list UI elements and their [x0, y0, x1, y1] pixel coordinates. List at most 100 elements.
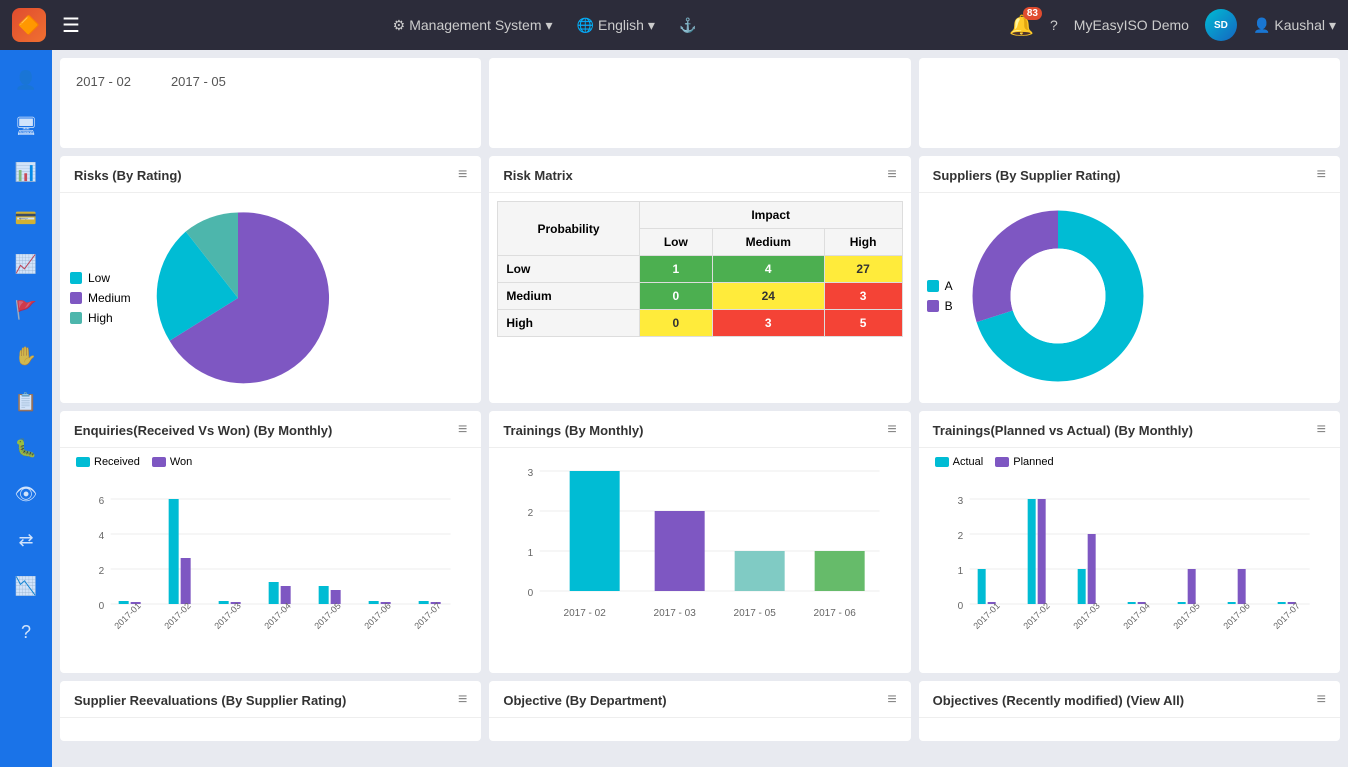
- trainings-planned-legend-row: Actual Planned: [919, 448, 1340, 476]
- supplier-reeval-title: Supplier Reevaluations (By Supplier Rati…: [74, 693, 346, 708]
- legend-item-medium: Medium: [70, 291, 131, 305]
- menu-toggle-icon[interactable]: ☰: [62, 13, 80, 38]
- management-system-menu[interactable]: ⚙ Management System ▾: [393, 17, 553, 34]
- objectives-recent-header: Objectives (Recently modified) (View All…: [919, 681, 1340, 718]
- user-avatar: SD: [1205, 9, 1237, 41]
- risks-card: Risks (By Rating) ≡ Low Medium High: [60, 156, 481, 403]
- legend-item-a: A: [927, 279, 953, 293]
- risk-matrix-menu-icon[interactable]: ≡: [887, 166, 896, 184]
- risks-pie-container: Low Medium High: [60, 193, 481, 403]
- trainings-header: Trainings (By Monthly) ≡: [489, 411, 910, 448]
- suppliers-legend: A B: [927, 279, 953, 313]
- svg-text:2017-07: 2017-07: [1271, 601, 1301, 631]
- risk-matrix-value-cell: 0: [639, 310, 712, 337]
- suppliers-header: Suppliers (By Supplier Rating) ≡: [919, 156, 1340, 193]
- col-low: Low: [639, 229, 712, 256]
- suppliers-menu-icon[interactable]: ≡: [1317, 166, 1326, 184]
- link-icon-button[interactable]: ⚓: [679, 17, 696, 34]
- objective-dept-header: Objective (By Department) ≡: [489, 681, 910, 718]
- sidebar-item-bar[interactable]: 📈: [6, 244, 46, 284]
- supplier-reeval-menu-icon[interactable]: ≡: [458, 691, 467, 709]
- probability-header: Probability: [498, 202, 639, 256]
- sidebar-item-list[interactable]: 📋: [6, 382, 46, 422]
- legend-actual: Actual: [935, 456, 984, 468]
- svg-text:2017-03: 2017-03: [212, 601, 242, 631]
- help-button[interactable]: ?: [1050, 17, 1058, 33]
- risk-matrix-prob-cell: High: [498, 310, 639, 337]
- svg-text:2: 2: [99, 566, 105, 577]
- risk-matrix-value-cell: 5: [824, 310, 902, 337]
- suppliers-card: Suppliers (By Supplier Rating) ≡ A B: [919, 156, 1340, 403]
- legend-item-high: High: [70, 311, 131, 325]
- risk-matrix-value-cell: 1: [639, 256, 712, 283]
- svg-text:0: 0: [99, 601, 105, 612]
- trainings-menu-icon[interactable]: ≡: [887, 421, 896, 439]
- sidebar-item-trend[interactable]: 📉: [6, 566, 46, 606]
- sidebar-item-bug[interactable]: 🐛: [6, 428, 46, 468]
- risks-card-menu-icon[interactable]: ≡: [458, 166, 467, 184]
- svg-text:2017-07: 2017-07: [412, 601, 442, 631]
- sidebar-item-user[interactable]: 👤: [6, 60, 46, 100]
- enquiries-chart-legend: Received Won: [68, 452, 473, 472]
- legend-dot-high: [70, 312, 82, 324]
- svg-text:2017 - 03: 2017 - 03: [654, 608, 697, 619]
- trainings-planned-header: Trainings(Planned vs Actual) (By Monthly…: [919, 411, 1340, 448]
- svg-text:2017-02: 2017-02: [1021, 601, 1051, 631]
- notifications-button[interactable]: 🔔 83: [1009, 13, 1034, 38]
- trainings-planned-chart-legend: Actual Planned: [927, 452, 1332, 472]
- legend-dot-a: [927, 280, 939, 292]
- sidebar-item-card[interactable]: 💳: [6, 198, 46, 238]
- objectives-recent-card: Objectives (Recently modified) (View All…: [919, 681, 1340, 741]
- topnav-center: ⚙ Management System ▾ 🌐 English ▾ ⚓: [96, 17, 993, 34]
- language-menu[interactable]: 🌐 English ▾: [577, 17, 655, 34]
- trainings-planned-menu-icon[interactable]: ≡: [1317, 421, 1326, 439]
- svg-text:2017 - 05: 2017 - 05: [734, 608, 777, 619]
- trainings-planned-bar-chart: 3 2 1 0: [923, 484, 1336, 659]
- legend-item-b: B: [927, 299, 953, 313]
- row-2: Enquiries(Received Vs Won) (By Monthly) …: [60, 411, 1340, 673]
- sidebar-item-hand[interactable]: ✋: [6, 336, 46, 376]
- risks-card-header: Risks (By Rating) ≡: [60, 156, 481, 193]
- sidebar-item-flag[interactable]: 🚩: [6, 290, 46, 330]
- svg-text:2017-04: 2017-04: [262, 601, 292, 631]
- objective-dept-card: Objective (By Department) ≡: [489, 681, 910, 741]
- legend-color-received: [76, 457, 90, 467]
- enquiries-chart-area: 6 4 2 0: [60, 476, 481, 673]
- svg-text:0: 0: [957, 601, 963, 612]
- svg-text:4: 4: [99, 531, 105, 542]
- sidebar-item-arrows[interactable]: ⇄: [6, 520, 46, 560]
- sidebar-item-chart[interactable]: 📊: [6, 152, 46, 192]
- col-high: High: [824, 229, 902, 256]
- sidebar-item-eye[interactable]: 👁: [6, 474, 46, 514]
- svg-text:2017-01: 2017-01: [971, 601, 1001, 631]
- objectives-recent-menu-icon[interactable]: ≡: [1317, 691, 1326, 709]
- sidebar-item-help[interactable]: ?: [6, 612, 46, 652]
- enquiries-menu-icon[interactable]: ≡: [458, 421, 467, 439]
- risks-card-title: Risks (By Rating): [74, 168, 182, 183]
- svg-text:1: 1: [528, 548, 534, 559]
- risk-matrix-value-cell: 0: [639, 283, 712, 310]
- svg-text:6: 6: [99, 496, 105, 507]
- top-row: 2017 - 02 2017 - 05: [60, 58, 1340, 148]
- enquiries-title: Enquiries(Received Vs Won) (By Monthly): [74, 423, 332, 438]
- sidebar-item-monitor[interactable]: 🖥: [6, 106, 46, 146]
- supplier-reeval-card: Supplier Reevaluations (By Supplier Rati…: [60, 681, 481, 741]
- chevron-down-icon: ▾: [648, 17, 655, 34]
- svg-text:0: 0: [528, 588, 534, 599]
- top-card-2: [489, 58, 910, 148]
- svg-text:2017-04: 2017-04: [1121, 601, 1151, 631]
- col-medium: Medium: [713, 229, 825, 256]
- svg-text:2017-05: 2017-05: [312, 601, 342, 631]
- svg-text:2017 - 02: 2017 - 02: [564, 608, 607, 619]
- supplier-reeval-header: Supplier Reevaluations (By Supplier Rati…: [60, 681, 481, 718]
- user-menu[interactable]: 👤 Kaushal ▾: [1253, 17, 1336, 34]
- svg-text:2: 2: [528, 508, 534, 519]
- trainings-planned-chart-area: 3 2 1 0: [919, 476, 1340, 668]
- svg-text:2017-06: 2017-06: [362, 601, 392, 631]
- svg-text:3: 3: [528, 468, 534, 479]
- objective-dept-menu-icon[interactable]: ≡: [887, 691, 896, 709]
- risk-matrix-value-cell: 3: [713, 310, 825, 337]
- suppliers-title: Suppliers (By Supplier Rating): [933, 168, 1121, 183]
- top-card-3: [919, 58, 1340, 148]
- demo-label[interactable]: MyEasyISO Demo: [1074, 17, 1189, 33]
